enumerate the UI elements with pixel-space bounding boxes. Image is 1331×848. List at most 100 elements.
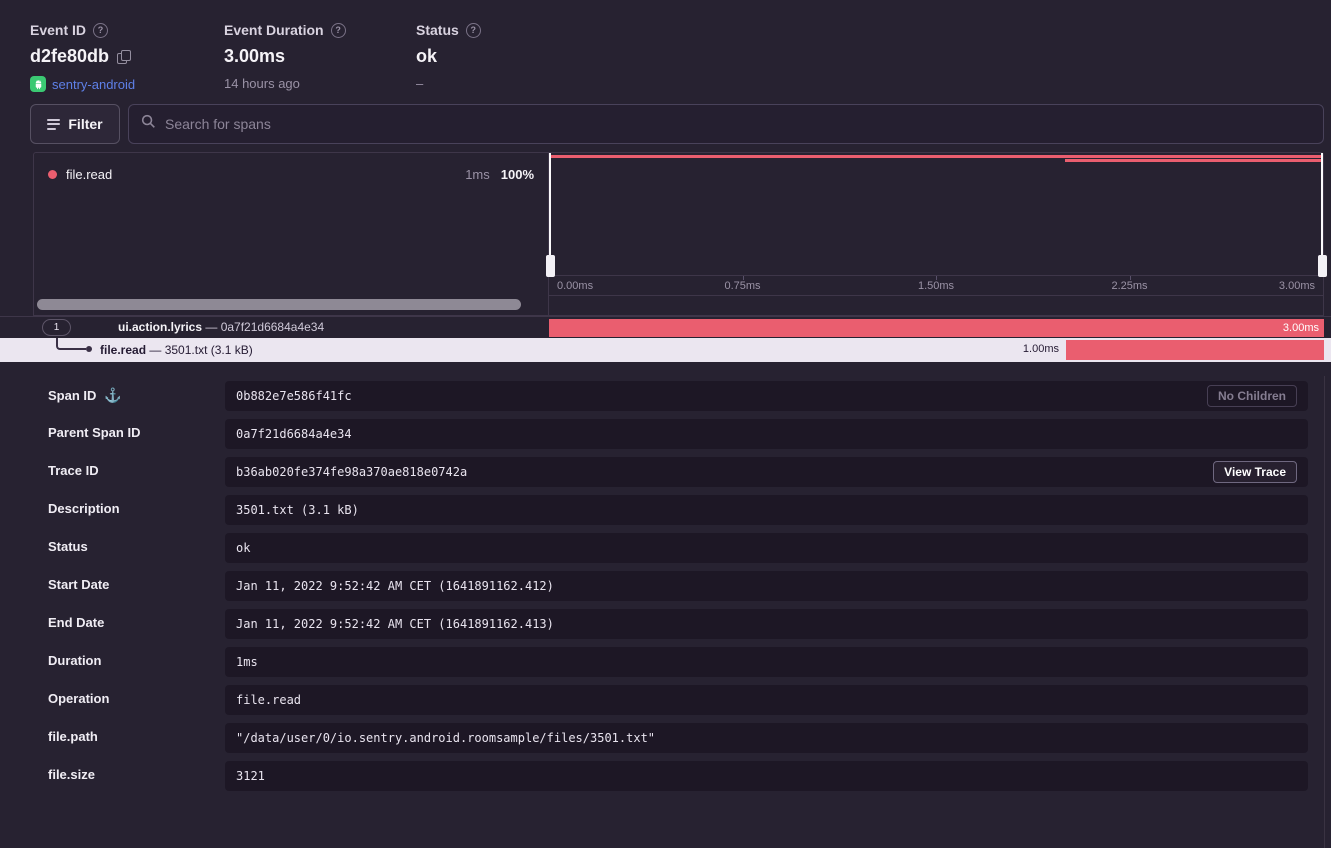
detail-value: 0b882e7e586f41fc — [236, 389, 352, 403]
minimap-right-handle[interactable] — [1321, 153, 1323, 275]
help-icon[interactable] — [331, 23, 346, 38]
detail-value: 3121 — [236, 769, 265, 783]
detail-value-box: 0a7f21d6684a4e34 — [225, 419, 1308, 449]
filter-icon — [47, 119, 60, 130]
detail-label: Start Date — [48, 577, 109, 592]
minimap-span-bar — [1065, 159, 1323, 162]
detail-label: End Date — [48, 615, 104, 630]
detail-value-box: b36ab020fe374fe98a370ae818e0742a View Tr… — [225, 457, 1308, 487]
spans-toolbar: Filter — [30, 104, 1324, 144]
span-duration-label: 1.00ms — [1023, 343, 1059, 355]
help-icon[interactable] — [93, 23, 108, 38]
view-trace-button[interactable]: View Trace — [1213, 461, 1297, 483]
detail-row-start-date: Start Date Jan 11, 2022 9:52:42 AM CET (… — [0, 571, 1331, 609]
detail-label: Trace ID — [48, 463, 99, 478]
detail-value-box: file.read — [225, 685, 1308, 715]
event-id-value: d2fe80db — [30, 46, 109, 67]
span-row-parent[interactable]: 1 ui.action.lyrics — 0a7f21d6684a4e34 3.… — [0, 316, 1331, 338]
detail-label: Description — [48, 501, 120, 516]
detail-row-status: Status ok — [0, 533, 1331, 571]
anchor-icon[interactable]: ⚓ — [104, 387, 121, 404]
event-header: Event ID d2fe80db sentry-android Event D… — [0, 0, 1331, 92]
filter-button-label: Filter — [68, 116, 102, 132]
detail-value: 3501.txt (3.1 kB) — [236, 503, 359, 517]
detail-row-end-date: End Date Jan 11, 2022 9:52:42 AM CET (16… — [0, 609, 1331, 647]
operation-percent: 100% — [501, 167, 534, 182]
detail-value: file.read — [236, 693, 301, 707]
event-age: 14 hours ago — [224, 76, 300, 91]
minimap-bars-area[interactable] — [549, 153, 1323, 275]
detail-value-box: Jan 11, 2022 9:52:42 AM CET (1641891162.… — [225, 609, 1308, 639]
search-icon — [141, 114, 156, 134]
status-label: Status — [416, 22, 459, 38]
operation-legend-row[interactable]: file.read 1ms 100% — [34, 153, 548, 182]
detail-row-duration: Duration 1ms — [0, 647, 1331, 685]
no-children-badge: No Children — [1207, 385, 1297, 407]
copy-icon[interactable] — [117, 50, 131, 64]
axis-tick: 0.75ms — [724, 280, 760, 292]
detail-value: b36ab020fe374fe98a370ae818e0742a — [236, 465, 467, 479]
detail-label: Duration — [48, 653, 101, 668]
detail-value-box: 0b882e7e586f41fc No Children — [225, 381, 1308, 411]
axis-tick: 3.00ms — [1279, 280, 1315, 292]
operations-breakdown: file.read 1ms 100% — [34, 153, 549, 315]
minimap-left-handle[interactable] — [549, 153, 551, 275]
detail-label: file.size — [48, 767, 95, 782]
detail-value-box: ok — [225, 533, 1308, 563]
event-duration-label: Event Duration — [224, 22, 324, 38]
span-operation: file.read — [100, 343, 146, 357]
filter-button[interactable]: Filter — [30, 104, 120, 144]
operation-duration: 1ms — [465, 167, 490, 182]
detail-value: Jan 11, 2022 9:52:42 AM CET (1641891162.… — [236, 579, 554, 593]
detail-row-operation: Operation file.read — [0, 685, 1331, 723]
detail-value: 1ms — [236, 655, 258, 669]
time-axis: 0.00ms 0.75ms 1.50ms 2.25ms 3.00ms — [549, 275, 1323, 296]
detail-value: ok — [236, 541, 250, 555]
detail-value-box: 1ms — [225, 647, 1308, 677]
trace-minimap-panel: file.read 1ms 100% 0.00ms 0.75ms 1.50ms … — [33, 152, 1324, 316]
help-icon[interactable] — [466, 23, 481, 38]
operation-color-dot — [48, 170, 57, 179]
span-duration-bar[interactable]: 3.00ms — [549, 319, 1324, 337]
detail-value: "/data/user/0/io.sentry.android.roomsamp… — [236, 731, 655, 745]
detail-row-file-size: file.size 3121 — [0, 761, 1331, 799]
span-id-suffix: — 0a7f21d6684a4e34 — [202, 320, 324, 334]
detail-row-trace-id: Trace ID b36ab020fe374fe98a370ae818e0742… — [0, 457, 1331, 495]
detail-value-box: "/data/user/0/io.sentry.android.roomsamp… — [225, 723, 1308, 753]
span-row-selected[interactable]: file.read — 3501.txt (3.1 kB) 1.00ms — [0, 338, 1331, 362]
detail-value: 0a7f21d6684a4e34 — [236, 427, 352, 441]
operation-name: file.read — [66, 167, 112, 182]
axis-tick: 1.50ms — [918, 280, 954, 292]
detail-label: file.path — [48, 729, 98, 744]
detail-label: Operation — [48, 691, 109, 706]
detail-label: Span ID — [48, 388, 96, 403]
horizontal-scrollbar[interactable] — [37, 299, 521, 310]
axis-tick: 0.00ms — [557, 280, 593, 292]
status-sub: – — [416, 76, 423, 91]
detail-row-span-id: Span ID ⚓ 0b882e7e586f41fc No Children — [0, 381, 1331, 419]
event-id-label-row: Event ID — [30, 22, 224, 38]
tree-connector — [56, 338, 86, 350]
detail-row-file-path: file.path "/data/user/0/io.sentry.androi… — [0, 723, 1331, 761]
detail-value: Jan 11, 2022 9:52:42 AM CET (1641891162.… — [236, 617, 554, 631]
minimap-timeline[interactable]: 0.00ms 0.75ms 1.50ms 2.25ms 3.00ms — [549, 153, 1323, 315]
span-operation: ui.action.lyrics — [118, 320, 202, 334]
children-count-pill[interactable]: 1 — [42, 319, 71, 336]
android-platform-icon — [30, 76, 46, 92]
span-description-suffix: — 3501.txt (3.1 kB) — [146, 343, 253, 357]
span-search — [128, 104, 1324, 144]
detail-value-box: Jan 11, 2022 9:52:42 AM CET (1641891162.… — [225, 571, 1308, 601]
status-value: ok — [416, 46, 437, 67]
span-details: Span ID ⚓ 0b882e7e586f41fc No Children P… — [0, 362, 1331, 799]
minimap-span-bar — [549, 155, 1323, 158]
detail-value-box: 3121 — [225, 761, 1308, 791]
panel-right-border — [1324, 376, 1325, 848]
span-duration-bar[interactable] — [1066, 340, 1324, 360]
detail-value-box: 3501.txt (3.1 kB) — [225, 495, 1308, 525]
project-link[interactable]: sentry-android — [52, 77, 135, 92]
search-input[interactable] — [165, 116, 1311, 132]
detail-label: Status — [48, 539, 88, 554]
detail-row-description: Description 3501.txt (3.1 kB) — [0, 495, 1331, 533]
detail-label: Parent Span ID — [48, 425, 140, 440]
detail-row-parent-span-id: Parent Span ID 0a7f21d6684a4e34 — [0, 419, 1331, 457]
